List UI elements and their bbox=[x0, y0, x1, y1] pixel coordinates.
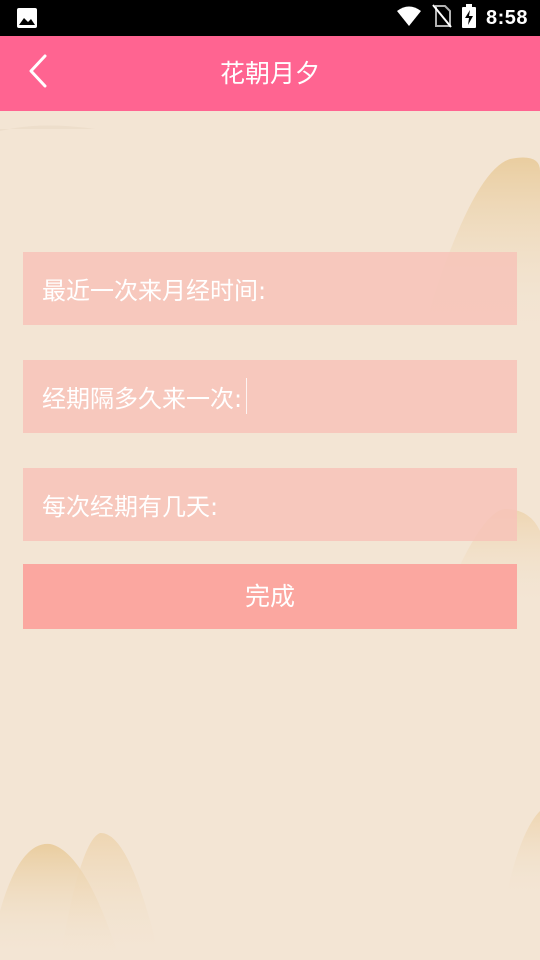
last-period-date-label: 最近一次来月经时间: bbox=[42, 277, 267, 305]
period-duration-label: 每次经期有几天: bbox=[42, 493, 219, 521]
wifi-icon bbox=[396, 5, 422, 31]
period-duration-field[interactable]: 每次经期有几天: bbox=[23, 468, 517, 541]
page-title: 花朝月夕 bbox=[219, 59, 320, 88]
no-sim-icon bbox=[432, 4, 452, 32]
period-duration-input[interactable] bbox=[218, 468, 517, 541]
text-caret bbox=[246, 378, 248, 414]
image-icon bbox=[16, 7, 38, 29]
cycle-length-input[interactable] bbox=[242, 360, 517, 433]
last-period-date-field[interactable]: 最近一次来月经时间: bbox=[23, 252, 517, 325]
cycle-length-field[interactable]: 经期隔多久来一次: bbox=[23, 360, 517, 433]
battery-charging-icon bbox=[461, 4, 476, 32]
last-period-date-input[interactable] bbox=[266, 252, 517, 325]
done-button[interactable]: 完成 bbox=[23, 564, 517, 629]
title-bar: 花朝月夕 bbox=[0, 36, 540, 111]
status-time: 8:58 bbox=[485, 6, 528, 29]
cycle-length-label: 经期隔多久来一次: bbox=[42, 385, 243, 413]
status-bar: 8:58 bbox=[0, 0, 540, 36]
